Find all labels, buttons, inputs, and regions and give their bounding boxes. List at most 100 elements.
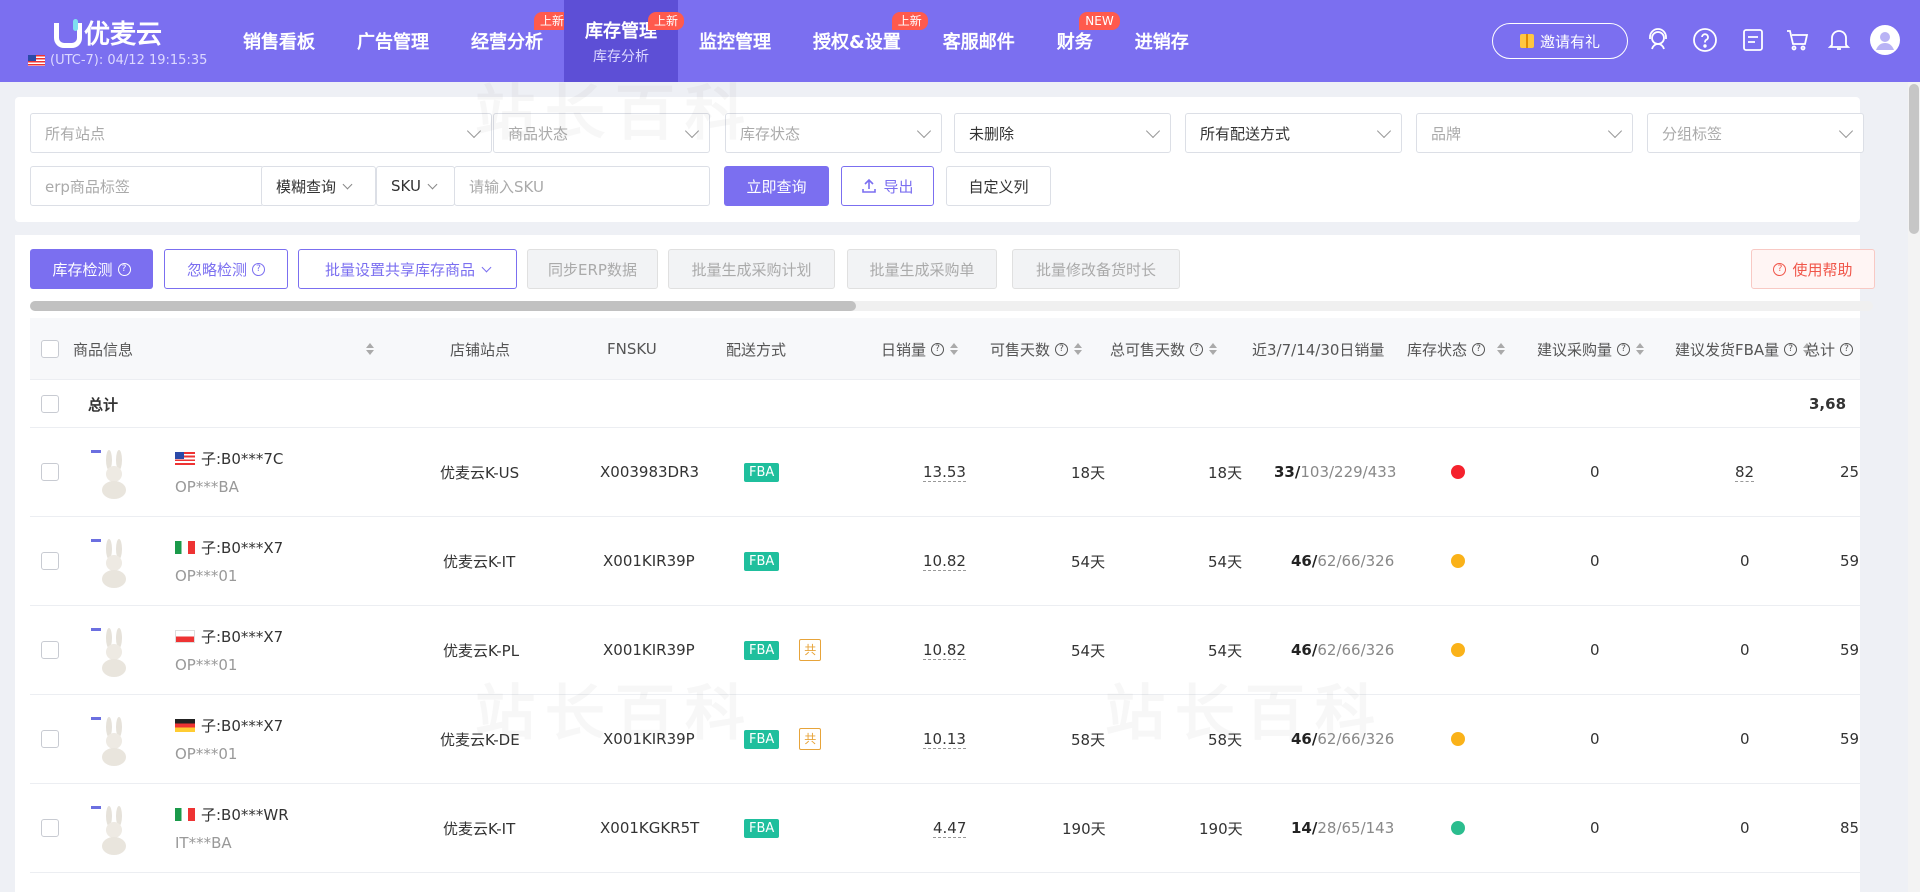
search-field-value: SKU	[391, 177, 421, 195]
row-checkbox[interactable]	[41, 819, 59, 837]
nav-auth-settings[interactable]: 授权&设置 上新	[792, 0, 928, 82]
sales-3d: 46/	[1291, 641, 1318, 659]
nav-monitoring[interactable]: 监控管理	[678, 0, 792, 82]
sort-icon	[366, 343, 374, 355]
nav-label: 进销存	[1134, 32, 1189, 53]
col-suggest-purchase[interactable]: 建议采购量?	[1537, 318, 1645, 380]
export-button[interactable]: 导出	[841, 166, 934, 206]
sort-product-info[interactable]	[360, 318, 374, 380]
sync-erp-button[interactable]: 同步ERP数据	[527, 249, 658, 289]
asin-text[interactable]: 子:B0***X7	[201, 715, 283, 736]
table-row[interactable]: 子:B0***WR IT***BA 优麦云K-IT X001KGKR5T FBA…	[30, 784, 1860, 873]
asin-text[interactable]: 子:B0***X7	[201, 537, 283, 558]
custom-columns-button[interactable]: 自定义列	[946, 166, 1051, 206]
suggest-fba-cell: 0	[1740, 641, 1750, 659]
nav-ad-management[interactable]: 广告管理	[336, 0, 450, 82]
table-row[interactable]: 子:B0***7C OP***BA 优麦云K-US X003983DR3 FBA…	[30, 428, 1860, 517]
row-checkbox[interactable]	[41, 552, 59, 570]
suggest-fba-cell[interactable]: 82	[1735, 428, 1755, 516]
delivery-method-select[interactable]: 所有配送方式	[1185, 113, 1402, 153]
search-field-select[interactable]: SKU	[376, 166, 455, 206]
fba-tag: FBA	[744, 729, 780, 749]
select-all-checkbox[interactable]	[41, 340, 59, 358]
total-row-checkbox[interactable]	[41, 395, 59, 413]
scrollbar-thumb[interactable]	[30, 301, 856, 311]
avatar-icon[interactable]	[1870, 25, 1900, 55]
product-thumbnail[interactable]	[90, 535, 138, 589]
app-logo[interactable]: 优麦云	[52, 14, 162, 51]
gift-icon	[1519, 34, 1534, 48]
col-suggest-fba[interactable]: 建议发货FBA量?	[1675, 318, 1812, 380]
usage-help-button[interactable]: ? 使用帮助	[1751, 249, 1875, 289]
support-icon[interactable]	[1645, 27, 1671, 53]
daily-sales-cell[interactable]: 10.82	[923, 606, 966, 694]
batch-lead-time-button[interactable]: 批量修改备货时长	[1012, 249, 1180, 289]
inventory-check-button[interactable]: 库存检测?	[30, 249, 153, 289]
group-tag-select[interactable]: 分组标签	[1647, 113, 1864, 153]
asin-cell: 子:B0***X7	[175, 715, 283, 736]
scrollbar-thumb[interactable]	[1909, 84, 1919, 234]
us-flag-icon	[175, 452, 195, 465]
erp-tag-input[interactable]: erp商品标签	[30, 166, 264, 206]
chevron-down-icon	[1838, 123, 1854, 139]
batch-purchase-order-button[interactable]: 批量生成采购单	[847, 249, 997, 289]
asin-text[interactable]: 子:B0***X7	[201, 626, 283, 647]
product-thumbnail[interactable]	[90, 802, 138, 856]
product-status-select[interactable]: 商品状态	[493, 113, 710, 153]
nav-inventory-management[interactable]: 库存管理 库存分析 上新	[564, 0, 684, 82]
total-cell: 59	[1840, 552, 1860, 570]
suggest-purchase-cell: 0	[1590, 463, 1600, 481]
vertical-scrollbar[interactable]	[1908, 82, 1920, 892]
asin-text[interactable]: 子:B0***7C	[201, 448, 283, 469]
sort-icon	[1497, 343, 1506, 355]
invite-button[interactable]: 邀请有礼	[1492, 23, 1628, 59]
batch-shared-stock-button[interactable]: 批量设置共享库存商品	[298, 249, 517, 289]
nav-purchase-sales-stock[interactable]: 进销存	[1114, 0, 1210, 82]
ignore-check-button[interactable]: 忽略检测?	[164, 249, 288, 289]
stock-status-value: 库存状态	[740, 124, 801, 143]
cart-icon[interactable]	[1784, 27, 1810, 53]
sku-search-input[interactable]: 请输入SKU	[454, 166, 710, 206]
horizontal-scrollbar[interactable]	[30, 301, 1873, 311]
stock-status-select[interactable]: 库存状态	[725, 113, 942, 153]
col-total-days-sellable[interactable]: 总可售天数?	[1110, 318, 1218, 380]
product-thumbnail[interactable]	[90, 446, 138, 500]
product-thumbnail[interactable]	[90, 624, 138, 678]
table-row[interactable]: 子:B0***X7 OP***01 优麦云K-PL X001KIR39P FBA…	[30, 606, 1860, 695]
daily-sales-cell[interactable]: 4.47	[933, 784, 967, 872]
header-label: FNSKU	[607, 340, 657, 358]
batch-purchase-plan-button[interactable]: 批量生成采购计划	[668, 249, 835, 289]
row-checkbox[interactable]	[41, 463, 59, 481]
nav-service-email[interactable]: 客服邮件	[922, 0, 1036, 82]
col-daily-sales[interactable]: 日销量?	[881, 318, 959, 380]
product-thumbnail[interactable]	[90, 713, 138, 767]
nav-label: 销售看板	[243, 32, 315, 53]
col-total[interactable]: 总计?	[1805, 318, 1854, 380]
site-select[interactable]: 所有站点	[30, 113, 492, 153]
table-row[interactable]: 子:B0***X7 OP***01 优麦云K-IT X001KIR39P FBA…	[30, 517, 1860, 606]
nav-finance[interactable]: 财务 NEW	[1036, 0, 1120, 82]
nav-sales-dashboard[interactable]: 销售看板	[222, 0, 336, 82]
nav-business-analysis[interactable]: 经营分析 上新	[450, 0, 570, 82]
row-checkbox[interactable]	[41, 641, 59, 659]
row-checkbox[interactable]	[41, 730, 59, 748]
sort-icon	[1074, 343, 1083, 355]
col-stock-status[interactable]: 库存状态?	[1407, 318, 1506, 380]
status-dot-yellow	[1451, 732, 1465, 746]
daily-sales-cell[interactable]: 10.13	[923, 695, 966, 783]
days-sellable-cell: 58天	[1071, 730, 1106, 749]
fba-tag: FBA	[744, 462, 780, 482]
message-icon[interactable]	[1740, 27, 1766, 53]
table-row[interactable]: 子:B0***X7 OP***01 优麦云K-DE X001KIR39P FBA…	[30, 695, 1860, 784]
help-icon[interactable]	[1692, 27, 1718, 53]
bell-icon[interactable]	[1826, 27, 1852, 53]
asin-text[interactable]: 子:B0***WR	[201, 804, 289, 825]
brand-select[interactable]: 品牌	[1416, 113, 1633, 153]
col-days-sellable[interactable]: 可售天数?	[990, 318, 1083, 380]
daily-sales-cell[interactable]: 13.53	[923, 428, 966, 516]
deleted-status-select[interactable]: 未删除	[954, 113, 1171, 153]
daily-sales-value: 10.82	[923, 551, 966, 571]
daily-sales-cell[interactable]: 10.82	[923, 517, 966, 605]
query-button[interactable]: 立即查询	[724, 166, 829, 206]
match-mode-select[interactable]: 模糊查询	[261, 166, 376, 206]
